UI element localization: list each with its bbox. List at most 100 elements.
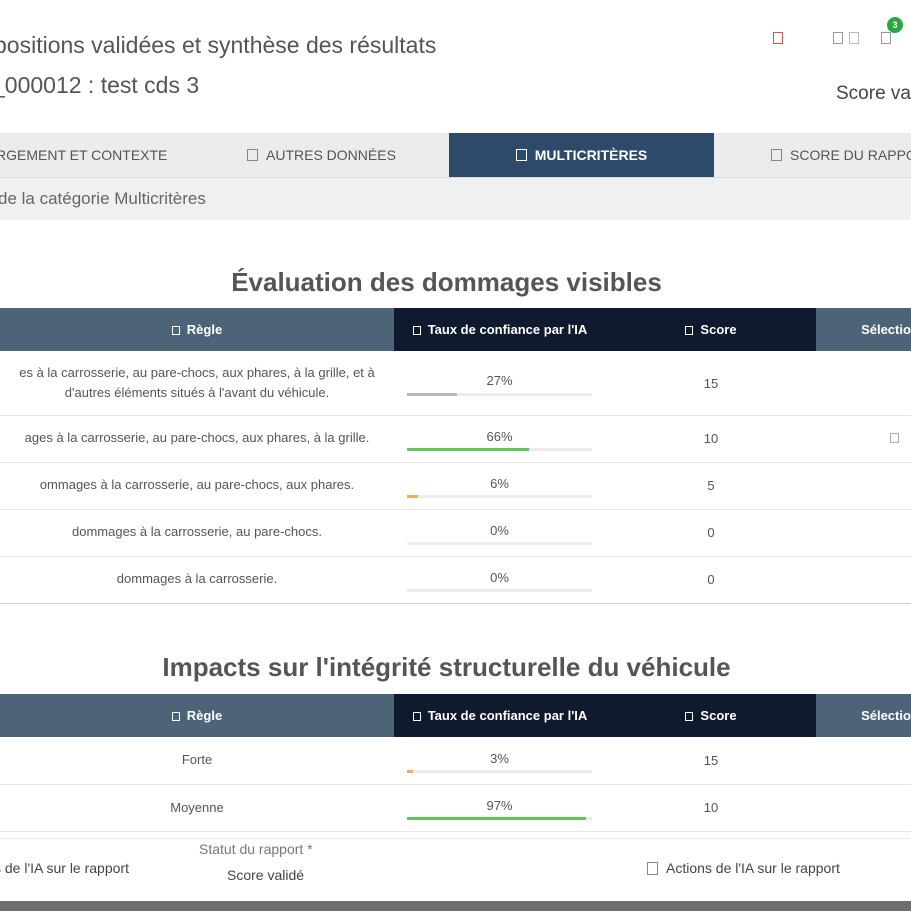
- rule-cell: ages à la carrosserie, au pare-chocs, au…: [0, 428, 394, 448]
- rule-text: ages à la carrosserie, au pare-chocs, au…: [24, 430, 370, 445]
- rule-cell: Moyenne: [0, 798, 394, 818]
- confidence-bar-fill: [407, 770, 413, 773]
- rule-text: dommages à la carrosserie, au pare-chocs…: [71, 524, 322, 539]
- tab-chargement-contexte[interactable]: RGEMENT ET CONTEXTE: [0, 133, 236, 177]
- alert-icon[interactable]: [773, 32, 783, 44]
- confidence-bar: [407, 495, 592, 498]
- document-icon: [647, 862, 658, 875]
- confidence-bar-fill: [407, 495, 419, 498]
- column-label: Score: [700, 708, 737, 723]
- confidence-value: 66%: [486, 429, 513, 444]
- column-header-confidence[interactable]: Taux de confiance par l'IA: [394, 308, 606, 351]
- footer-divider: [0, 838, 911, 839]
- rule-text: d'autres éléments situés à l'avant du vé…: [64, 385, 330, 400]
- section-title: Évaluation des dommages visibles: [231, 267, 662, 297]
- table-row[interactable]: ages à la carrosserie, au pare-chocs, au…: [0, 415, 911, 463]
- confidence-value: 3%: [490, 751, 509, 766]
- grid-icon[interactable]: [833, 32, 843, 44]
- status-label: Statut du rapport *: [199, 841, 313, 857]
- table-row[interactable]: es à la carrosserie, au pare-chocs, aux …: [0, 351, 911, 416]
- column-label: Taux de confiance par l'IA: [427, 708, 588, 723]
- column-header-selection: Sélectio: [816, 308, 911, 351]
- table-header: Règle Taux de confiance par l'IA Score S…: [0, 694, 911, 737]
- confidence-bar-fill: [407, 448, 530, 451]
- rule-cell: es à la carrosserie, au pare-chocs, aux …: [0, 363, 394, 403]
- ai-actions-label: Actions de l'IA sur le rapport: [666, 860, 840, 876]
- score-value: 15: [703, 753, 719, 768]
- confidence-value: 0%: [490, 523, 509, 538]
- rule-cell: Forte: [0, 750, 394, 770]
- score-value: 10: [703, 800, 719, 815]
- confidence-value: 0%: [490, 570, 509, 585]
- score-value: 10: [703, 431, 719, 446]
- column-header-rule[interactable]: Règle: [0, 308, 394, 351]
- bottom-bar: [0, 901, 911, 911]
- section-title: Impacts sur l'intégrité structurelle du …: [162, 652, 731, 682]
- tab-bar: RGEMENT ET CONTEXTE AUTRES DONNÉES MULTI…: [0, 133, 911, 178]
- sort-icon: [685, 712, 694, 721]
- tab-label: RGEMENT ET CONTEXTE: [0, 147, 168, 163]
- score-value: 0: [707, 572, 715, 587]
- column-label: Taux de confiance par l'IA: [427, 322, 588, 337]
- rule-cell: ommages à la carrosserie, au pare-chocs,…: [0, 475, 394, 495]
- rule-text: Moyenne: [170, 800, 224, 815]
- tab-multicriteres[interactable]: MULTICRITÈRES: [449, 133, 714, 177]
- table-row[interactable]: Forte 3% 15: [0, 737, 911, 785]
- rule-text: Forte: [181, 752, 213, 767]
- column-header-confidence[interactable]: Taux de confiance par l'IA: [394, 694, 606, 737]
- confidence-bar: [407, 817, 592, 820]
- table-divider: [0, 603, 911, 604]
- column-header-rule[interactable]: Règle: [0, 694, 394, 737]
- confidence-value: 6%: [490, 476, 509, 491]
- ai-actions-link-left[interactable]: s de l'IA sur le rapport: [0, 860, 129, 876]
- table-row[interactable]: Moyenne 97% 10: [0, 784, 911, 832]
- confidence-bar: [407, 542, 592, 545]
- list-icon[interactable]: [849, 32, 859, 44]
- ai-actions-button[interactable]: Actions de l'IA sur le rapport: [647, 860, 840, 876]
- sort-icon: [412, 712, 421, 721]
- tab-label: SCORE DU RAPPOR: [790, 147, 911, 163]
- rule-text: ommages à la carrosserie, au pare-chocs,…: [39, 477, 355, 492]
- rule-text: es à la carrosserie, au pare-chocs, aux …: [19, 365, 375, 380]
- column-label: Règle: [186, 322, 223, 337]
- confidence-bar: [407, 589, 592, 592]
- column-label: Score: [700, 322, 737, 337]
- category-description: de la catégorie Multicritères: [0, 189, 206, 208]
- status-select[interactable]: Score validé: [227, 867, 304, 883]
- column-label: Sélectio: [861, 708, 911, 723]
- table-row[interactable]: ommages à la carrosserie, au pare-chocs,…: [0, 462, 911, 510]
- rule-cell: dommages à la carrosserie.: [0, 569, 394, 589]
- confidence-bar-fill: [407, 393, 457, 396]
- column-label: Règle: [186, 708, 223, 723]
- column-header-score[interactable]: Score: [606, 308, 816, 351]
- column-header-selection: Sélectio: [816, 694, 911, 737]
- page-subtitle: _000012 : test cds 3: [0, 72, 200, 98]
- rule-text: dommages à la carrosserie.: [116, 571, 278, 586]
- checkbox-icon[interactable]: [890, 433, 899, 443]
- bell-icon[interactable]: [881, 32, 891, 44]
- score-label: Score va: [836, 83, 911, 104]
- column-header-score[interactable]: Score: [606, 694, 816, 737]
- score-value: 5: [707, 478, 715, 493]
- sort-icon: [685, 326, 694, 335]
- sort-icon: [412, 326, 421, 335]
- confidence-bar: [407, 393, 592, 396]
- confidence-bar: [407, 448, 592, 451]
- rule-cell: dommages à la carrosserie, au pare-chocs…: [0, 522, 394, 542]
- table-row[interactable]: dommages à la carrosserie. 0% 0: [0, 556, 911, 603]
- score-value: 15: [703, 376, 719, 391]
- table-row[interactable]: dommages à la carrosserie, au pare-chocs…: [0, 509, 911, 557]
- column-label: Sélectio: [861, 322, 911, 337]
- score-value: 0: [707, 525, 715, 540]
- confidence-bar: [407, 770, 592, 773]
- tab-label: AUTRES DONNÉES: [266, 147, 396, 163]
- tab-label: MULTICRITÈRES: [534, 147, 648, 163]
- sort-icon: [171, 326, 180, 335]
- page-title: positions validées et synthèse des résul…: [0, 32, 437, 58]
- sort-icon: [171, 712, 180, 721]
- tab-autres-donnees[interactable]: AUTRES DONNÉES: [247, 133, 447, 177]
- confidence-value: 97%: [486, 798, 513, 813]
- document-icon: [247, 149, 258, 161]
- document-icon: [515, 149, 527, 161]
- tab-score-du-rapport[interactable]: SCORE DU RAPPOR: [771, 133, 911, 177]
